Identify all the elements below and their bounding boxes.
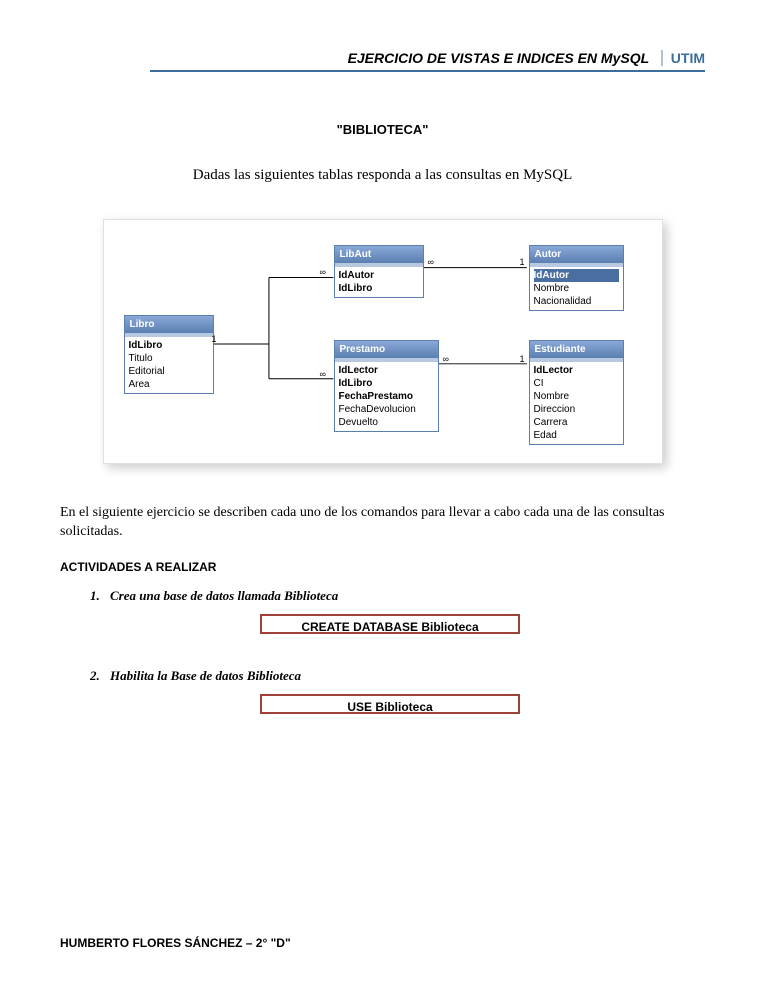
entity-field: IdLibro bbox=[339, 377, 434, 390]
entity-libaut: LibAutIdAutorIdLibro bbox=[334, 245, 424, 298]
entity-field: Edad bbox=[534, 429, 619, 442]
cardinality-label: ∞ bbox=[443, 354, 449, 364]
entity-field: IdAutor bbox=[534, 269, 619, 282]
description-paragraph: En el siguiente ejercicio se describen c… bbox=[60, 504, 705, 542]
activity-text: Crea una base de datos llamada Bibliotec… bbox=[110, 588, 338, 603]
entity-field: Direccion bbox=[534, 403, 619, 416]
cardinality-label: ∞ bbox=[320, 267, 326, 277]
header-org: UTIM bbox=[661, 50, 705, 66]
entity-estudiante: EstudianteIdLectorCINombreDireccionCarre… bbox=[529, 340, 624, 445]
cardinality-label: 1 bbox=[520, 257, 525, 267]
cardinality-label: 1 bbox=[212, 334, 217, 344]
entity-body: IdAutorIdLibro bbox=[335, 267, 423, 297]
code-box: USE Biblioteca bbox=[260, 694, 520, 714]
entity-field: Devuelto bbox=[339, 416, 434, 429]
entity-field: Area bbox=[129, 378, 209, 391]
activity-item: 2.Habilita la Base de datos Biblioteca bbox=[90, 668, 705, 684]
activities-list: 1.Crea una base de datos llamada Bibliot… bbox=[60, 588, 705, 714]
page-footer: HUMBERTO FLORES SÁNCHEZ – 2° "D" bbox=[60, 936, 291, 950]
entity-field: Titulo bbox=[129, 352, 209, 365]
entity-field: Nacionalidad bbox=[534, 295, 619, 308]
activity-number: 1. bbox=[90, 588, 110, 604]
activity-text: Habilita la Base de datos Biblioteca bbox=[110, 668, 301, 683]
header-divider bbox=[150, 70, 705, 72]
activity-number: 2. bbox=[90, 668, 110, 684]
entity-autor: AutorIdAutorNombreNacionalidad bbox=[529, 245, 624, 311]
entity-field: Editorial bbox=[129, 365, 209, 378]
entity-header: Autor bbox=[530, 246, 623, 267]
entity-header: LibAut bbox=[335, 246, 423, 267]
entity-body: IdLectorIdLibroFechaPrestamoFechaDevoluc… bbox=[335, 362, 438, 431]
intro-text: Dadas las siguientes tablas responda a l… bbox=[60, 167, 705, 184]
entity-body: IdLectorCINombreDireccionCarreraEdad bbox=[530, 362, 623, 444]
entity-field: IdLibro bbox=[129, 339, 209, 352]
entity-field: FechaPrestamo bbox=[339, 390, 434, 403]
entity-body: IdAutorNombreNacionalidad bbox=[530, 267, 623, 310]
entity-field: IdLector bbox=[534, 364, 619, 377]
cardinality-label: ∞ bbox=[320, 369, 326, 379]
entity-field: IdAutor bbox=[339, 269, 419, 282]
entity-prestamo: PrestamoIdLectorIdLibroFechaPrestamoFech… bbox=[334, 340, 439, 432]
entity-field: Nombre bbox=[534, 282, 619, 295]
page-header: EJERCICIO DE VISTAS E INDICES EN MySQL U… bbox=[150, 50, 705, 72]
er-diagram: LibroIdLibroTituloEditorialAreaLibAutIdA… bbox=[103, 219, 663, 464]
entity-libro: LibroIdLibroTituloEditorialArea bbox=[124, 315, 214, 394]
activity-item: 1.Crea una base de datos llamada Bibliot… bbox=[90, 588, 705, 604]
entity-body: IdLibroTituloEditorialArea bbox=[125, 337, 213, 393]
doc-title: "BIBLIOTECA" bbox=[60, 122, 705, 137]
entity-field: FechaDevolucion bbox=[339, 403, 434, 416]
activities-heading: ACTIVIDADES A REALIZAR bbox=[60, 560, 705, 574]
entity-field: IdLibro bbox=[339, 282, 419, 295]
code-box: CREATE DATABASE Biblioteca bbox=[260, 614, 520, 634]
cardinality-label: 1 bbox=[520, 354, 525, 364]
entity-field: Carrera bbox=[534, 416, 619, 429]
entity-header: Prestamo bbox=[335, 341, 438, 362]
cardinality-label: ∞ bbox=[428, 257, 434, 267]
entity-header: Estudiante bbox=[530, 341, 623, 362]
entity-field: Nombre bbox=[534, 390, 619, 403]
entity-header: Libro bbox=[125, 316, 213, 337]
header-title: EJERCICIO DE VISTAS E INDICES EN MySQL bbox=[348, 50, 649, 66]
entity-field: CI bbox=[534, 377, 619, 390]
entity-field: IdLector bbox=[339, 364, 434, 377]
